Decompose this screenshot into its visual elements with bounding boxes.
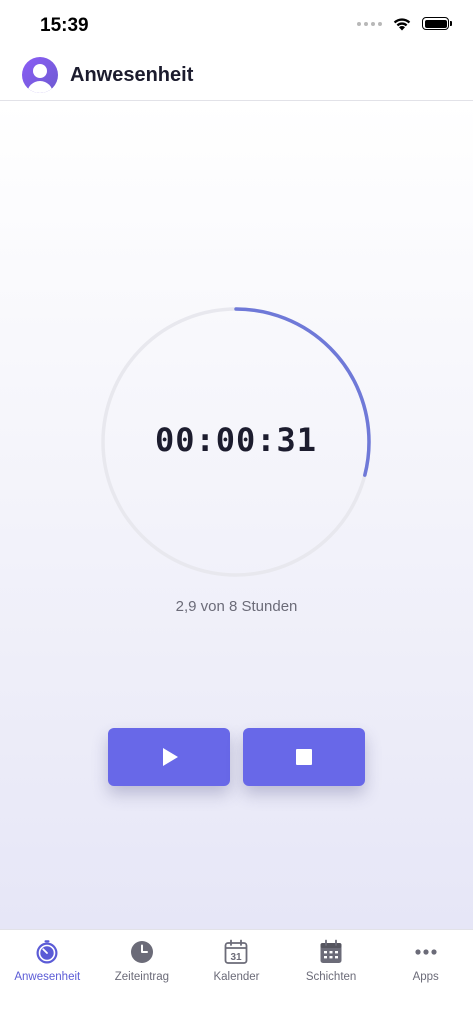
stop-button[interactable]: [243, 728, 365, 786]
elapsed-time: 00:00:31: [154, 421, 318, 459]
more-dots-icon: [415, 949, 437, 955]
tab-schichten[interactable]: Schichten: [284, 930, 379, 1024]
app-header: Anwesenheit: [0, 50, 473, 101]
timer-icon: [36, 940, 58, 964]
clock-icon: [130, 941, 153, 963]
tab-label: Anwesenheit: [14, 971, 81, 983]
status-time: 15:39: [40, 15, 89, 36]
page-title: Anwesenheit: [70, 64, 194, 86]
tab-kalender[interactable]: 31 Kalender: [189, 930, 284, 1024]
tab-label: Zeiteintrag: [114, 971, 170, 983]
tab-label: Apps: [412, 971, 439, 983]
hours-progress-text: 2,9 von 8 Stunden: [175, 598, 298, 615]
calendar-day-number: 31: [231, 952, 243, 963]
start-button[interactable]: [108, 728, 230, 786]
user-avatar-icon[interactable]: [22, 57, 58, 93]
status-icons: [357, 16, 452, 31]
wifi-icon: [393, 18, 411, 31]
play-icon: [163, 748, 178, 766]
battery-icon: [422, 17, 452, 30]
stop-icon: [296, 749, 312, 765]
bottom-tab-bar: Anwesenheit Zeiteintrag 31 Kalender Schi…: [0, 929, 473, 1024]
tab-zeiteintrag[interactable]: Zeiteintrag: [95, 930, 190, 1024]
cellular-signal-icon: [357, 21, 382, 26]
attendance-main: 00:00:31 2,9 von 8 Stunden: [0, 101, 473, 929]
tab-label: Kalender: [213, 971, 260, 983]
tab-apps[interactable]: Apps: [378, 930, 473, 1024]
calendar-31-icon: 31: [225, 939, 248, 964]
tab-anwesenheit[interactable]: Anwesenheit: [0, 930, 95, 1024]
tab-label: Schichten: [305, 971, 357, 983]
status-bar: 15:39: [0, 0, 473, 50]
calendar-grid-icon: [320, 939, 342, 963]
